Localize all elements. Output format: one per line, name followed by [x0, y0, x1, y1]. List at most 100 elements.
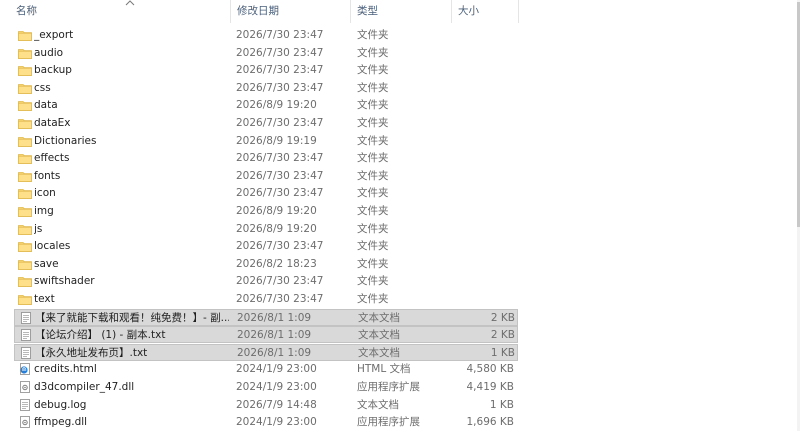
file-date: 2024/1/9 23:00	[236, 363, 317, 376]
file-date: 2026/7/30 23:47	[236, 64, 324, 77]
file-date: 2024/1/9 23:00	[236, 416, 317, 429]
file-size	[454, 291, 514, 308]
column-header-size[interactable]: 大小	[451, 0, 519, 23]
file-name: 【来了就能下载和观看！纯免费！】- 副...	[35, 311, 229, 324]
file-type: 文件夹	[357, 46, 389, 59]
file-name: dataEx	[34, 117, 71, 129]
text-file-icon	[19, 329, 33, 342]
folder-icon	[18, 223, 32, 235]
file-name: debug.log	[34, 398, 87, 411]
file-name: css	[34, 81, 51, 94]
sort-ascending-icon	[125, 0, 135, 6]
text-file-icon	[18, 398, 32, 411]
file-size	[454, 203, 514, 220]
file-row[interactable]: audio 2026/7/30 23:47 文件夹	[14, 45, 518, 62]
folder-icon	[18, 117, 32, 129]
file-name: fonts	[34, 169, 61, 182]
file-date: 2026/7/30 23:47	[236, 187, 324, 200]
file-type: 文件夹	[357, 169, 389, 182]
folder-icon	[18, 47, 32, 59]
file-size	[454, 45, 514, 62]
file-row[interactable]: Dictionaries 2026/8/9 19:19 文件夹	[14, 133, 518, 150]
file-type: 文件夹	[357, 134, 389, 147]
file-size	[454, 62, 514, 79]
column-header-name[interactable]: 名称	[10, 0, 230, 23]
file-row[interactable]: _export 2026/7/30 23:47 文件夹	[14, 27, 518, 44]
file-type: 文本文档	[357, 398, 399, 411]
folder-icon	[18, 64, 32, 77]
file-name: effects	[34, 152, 70, 165]
folder-icon	[18, 82, 32, 94]
file-date: 2026/7/9 14:48	[236, 398, 317, 411]
file-row[interactable]: locales 2026/7/30 23:47 文件夹	[14, 238, 518, 255]
file-row[interactable]: data 2026/8/9 19:20 文件夹	[14, 97, 518, 114]
file-row[interactable]: debug.log 2026/7/9 14:48 文本文档 1 KB	[14, 397, 518, 414]
file-row[interactable]: effects 2026/7/30 23:47 文件夹	[14, 150, 518, 167]
file-type: 文件夹	[357, 29, 389, 41]
file-name: backup	[34, 64, 72, 77]
file-name: audio	[34, 46, 64, 59]
file-row[interactable]: d3dcompiler_47.dll 2024/1/9 23:00 应用程序扩展 4,…	[14, 379, 518, 396]
file-row[interactable]: swiftshader 2026/7/30 23:47 文件夹	[14, 273, 518, 290]
file-date: 2026/8/9 19:20	[236, 99, 317, 112]
file-type: 文件夹	[357, 205, 389, 217]
file-name: save	[34, 257, 59, 270]
file-row[interactable]: save 2026/8/2 18:23 文件夹	[14, 256, 518, 273]
html-file-icon	[18, 363, 32, 376]
file-type: 文件夹	[357, 187, 389, 200]
file-date: 2026/8/1 1:09	[237, 329, 312, 342]
file-size: 2 KB	[490, 329, 515, 342]
file-row[interactable]: backup 2026/7/30 23:47 文件夹	[14, 62, 518, 79]
column-header-type[interactable]: 类型	[350, 0, 451, 23]
file-type: 应用程序扩展	[357, 381, 420, 393]
file-row[interactable]: ffmpeg.dll 2024/1/9 23:00 应用程序扩展 1,696 KB	[14, 414, 518, 431]
text-file-icon	[19, 311, 33, 324]
file-row[interactable]: text 2026/7/30 23:47 文件夹	[14, 291, 518, 308]
file-name: d3dcompiler_47.dll	[34, 381, 135, 393]
file-row[interactable]: js 2026/8/9 19:20 文件夹	[14, 221, 518, 238]
folder-icon	[18, 170, 32, 182]
dll-file-icon	[18, 381, 32, 393]
file-row[interactable]: icon 2026/7/30 23:47 文件夹	[14, 185, 518, 202]
file-row[interactable]: img 2026/8/9 19:20 文件夹	[14, 203, 518, 220]
file-name: data	[34, 99, 58, 112]
file-size	[454, 115, 514, 132]
file-row[interactable]: dataEx 2026/7/30 23:47 文件夹	[14, 115, 518, 132]
file-row[interactable]: 【来了就能下载和观看！纯免费！】- 副... 2026/8/1 1:09 文本文档 2…	[14, 308, 518, 326]
file-type: 文件夹	[357, 222, 389, 235]
file-row[interactable]: 【论坛介绍】 (1) - 副本.txt 2026/8/1 1:09 文本文档 2 KB	[14, 326, 518, 344]
folder-icon	[18, 258, 32, 270]
file-name: ffmpeg.dll	[34, 416, 88, 429]
folder-icon	[18, 152, 32, 165]
file-size: 2 KB	[490, 311, 515, 324]
file-size	[454, 133, 514, 150]
file-type: 文本文档	[358, 311, 400, 324]
file-name: 【论坛介绍】 (1) - 副本.txt	[35, 329, 166, 342]
column-header-date[interactable]: 修改日期	[230, 0, 350, 23]
file-explorer: 名称 修改日期 类型 大小 _export 2026/7/30 23:47 文件夹 a…	[0, 0, 800, 431]
file-row[interactable]: 【永久地址发布页】.txt 2026/8/1 1:09 文本文档 1 KB	[14, 343, 518, 361]
file-date: 2026/8/9 19:20	[236, 222, 317, 235]
file-size	[454, 168, 514, 185]
file-type: 文件夹	[357, 81, 389, 94]
file-row[interactable]: fonts 2026/7/30 23:47 文件夹	[14, 168, 518, 185]
file-size	[454, 150, 514, 167]
folder-icon	[18, 187, 32, 200]
file-size	[454, 238, 514, 255]
file-size: 1,696 KB	[466, 416, 515, 429]
file-name: text	[34, 293, 55, 305]
file-row[interactable]: css 2026/7/30 23:47 文件夹	[14, 80, 518, 97]
file-row[interactable]: credits.html 2024/1/9 23:00 HTML 文档 4,580 K…	[14, 361, 518, 378]
file-name: credits.html	[34, 363, 97, 376]
folder-icon	[18, 240, 32, 253]
file-size: 4,419 KB	[466, 381, 515, 393]
file-type: 文件夹	[357, 240, 389, 253]
file-name: icon	[34, 187, 56, 200]
file-size	[454, 256, 514, 273]
column-header-bar: 名称 修改日期 类型 大小	[0, 0, 800, 23]
file-name: swiftshader	[34, 275, 95, 288]
file-type: HTML 文档	[357, 363, 411, 376]
file-type: 文件夹	[357, 64, 389, 77]
file-type: 应用程序扩展	[357, 416, 420, 429]
file-date: 2026/7/30 23:47	[236, 117, 324, 129]
